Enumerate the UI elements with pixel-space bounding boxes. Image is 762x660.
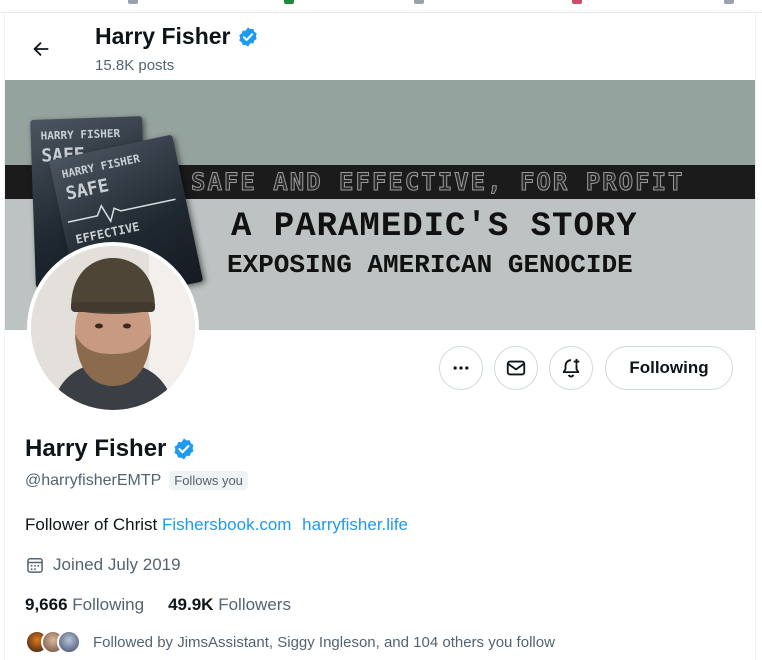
following-label: Following	[72, 595, 145, 614]
followed-by-row[interactable]: Followed by JimsAssistant, Siggy Ingleso…	[25, 630, 555, 654]
followers-stat[interactable]: 49.9K Followers	[168, 595, 291, 615]
followed-by-text: Followed by JimsAssistant, Siggy Ingleso…	[93, 633, 555, 651]
following-count: 9,666	[25, 595, 68, 614]
bio-text: Follower of Christ	[25, 515, 158, 534]
followers-count: 49.9K	[168, 595, 214, 614]
avatar-portrait	[31, 246, 195, 410]
following-stat[interactable]: 9,666 Following	[25, 595, 144, 615]
banner-subtitle: EXPOSING AMERICAN GENOCIDE	[227, 250, 633, 280]
tab-indicator-icon	[284, 0, 294, 4]
envelope-icon	[506, 360, 526, 376]
tab-indicator-icon	[572, 0, 582, 4]
banner-title: A PARAMEDIC'S STORY	[231, 208, 638, 246]
browser-top-strip	[0, 0, 762, 13]
more-dots-icon	[453, 366, 469, 370]
verified-badge-icon	[238, 26, 257, 47]
book-author: HARRY FISHER	[40, 126, 121, 143]
profile-handle-row: @harryfisherEMTP Follows you	[25, 471, 248, 490]
following-button[interactable]: Following	[605, 346, 733, 390]
bio-link-fishersbook[interactable]: Fishersbook.com	[162, 515, 291, 534]
profile-column: Harry Fisher 15.8K posts SAFE AND EFFECT…	[4, 13, 756, 660]
followers-label: Followers	[218, 595, 291, 614]
tab-indicator-icon	[414, 0, 424, 4]
header-title: Harry Fisher	[95, 23, 259, 50]
post-count: 15.8K posts	[95, 57, 175, 74]
message-button[interactable]	[494, 346, 538, 390]
arrow-left-icon	[33, 41, 49, 57]
profile-avatar[interactable]	[27, 242, 199, 414]
banner-led-text: SAFE AND EFFECTIVE, FOR PROFIT	[190, 168, 685, 197]
joined-date-row: Joined July 2019	[25, 555, 181, 575]
bio-link-harryfisher[interactable]: harryfisher.life	[302, 515, 408, 534]
profile-header: Harry Fisher 15.8K posts	[5, 13, 755, 80]
more-options-button[interactable]	[439, 346, 483, 390]
tab-indicator-icon	[724, 0, 734, 4]
header-name: Harry Fisher	[95, 23, 231, 49]
bell-plus-icon	[562, 358, 580, 378]
notifications-button[interactable]	[549, 346, 593, 390]
verified-badge-icon	[174, 438, 194, 460]
tab-indicator-icon	[128, 0, 138, 4]
avatar	[57, 630, 81, 654]
profile-name: Harry Fisher	[25, 435, 196, 463]
user-handle: @harryfisherEMTP	[25, 471, 162, 489]
display-name: Harry Fisher	[25, 435, 167, 462]
follows-you-badge: Follows you	[169, 471, 248, 490]
profile-bio: Follower of Christ Fishersbook.com harry…	[25, 515, 408, 535]
follow-stats: 9,666 Following 49.9K Followers	[25, 595, 291, 615]
followed-by-avatars	[25, 630, 81, 654]
joined-date: Joined July 2019	[53, 555, 181, 574]
calendar-icon	[27, 558, 43, 573]
back-button[interactable]	[23, 31, 59, 67]
